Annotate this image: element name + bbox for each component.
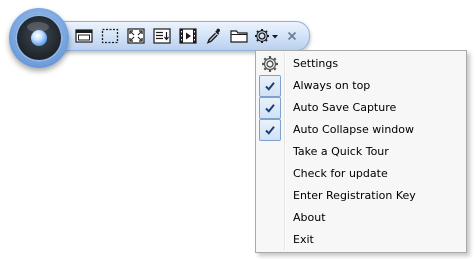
menu-item-label: Check for update (293, 167, 388, 180)
region-capture-icon[interactable] (99, 26, 121, 46)
fullscreen-capture-icon[interactable] (125, 26, 147, 46)
menu-item-label: Exit (293, 233, 314, 246)
close-icon[interactable] (283, 26, 301, 46)
checkmark-icon (259, 119, 281, 141)
menu-item-settings[interactable]: Settings (258, 53, 464, 75)
video-capture-icon[interactable] (177, 26, 199, 46)
menu-item-auto-save-capture[interactable]: Auto Save Capture (258, 97, 464, 119)
menu-item-auto-collapse-window[interactable]: Auto Collapse window (258, 119, 464, 141)
checkmark-icon (259, 75, 281, 97)
menu-item-label: About (293, 211, 326, 224)
capture-orb-button[interactable] (9, 8, 69, 68)
menu-item-label: Always on top (293, 79, 371, 92)
menu-item-label: Take a Quick Tour (293, 145, 389, 158)
menu-item-label: Auto Collapse window (293, 123, 415, 136)
scrolling-capture-icon[interactable] (151, 26, 173, 46)
menu-item-quick-tour[interactable]: Take a Quick Tour (258, 141, 464, 163)
capture-toolbar (30, 21, 310, 51)
menu-item-label: Settings (293, 57, 339, 70)
color-picker-icon[interactable] (203, 26, 225, 46)
checkmark-icon (259, 97, 281, 119)
menu-item-always-on-top[interactable]: Always on top (258, 75, 464, 97)
menu-item-label: Auto Save Capture (293, 101, 397, 114)
menu-item-exit[interactable]: Exit (258, 229, 464, 251)
menu-item-label: Enter Registration Key (293, 189, 416, 202)
gear-icon (260, 54, 280, 74)
settings-dropdown-icon[interactable] (253, 26, 281, 46)
settings-menu: Settings Always on top Auto Save Capture… (255, 50, 467, 253)
menu-item-check-for-update[interactable]: Check for update (258, 163, 464, 185)
camera-lens-icon (15, 14, 63, 62)
window-capture-icon[interactable] (73, 26, 95, 46)
menu-item-enter-registration-key[interactable]: Enter Registration Key (258, 185, 464, 207)
open-folder-icon[interactable] (228, 26, 250, 46)
menu-item-about[interactable]: About (258, 207, 464, 229)
